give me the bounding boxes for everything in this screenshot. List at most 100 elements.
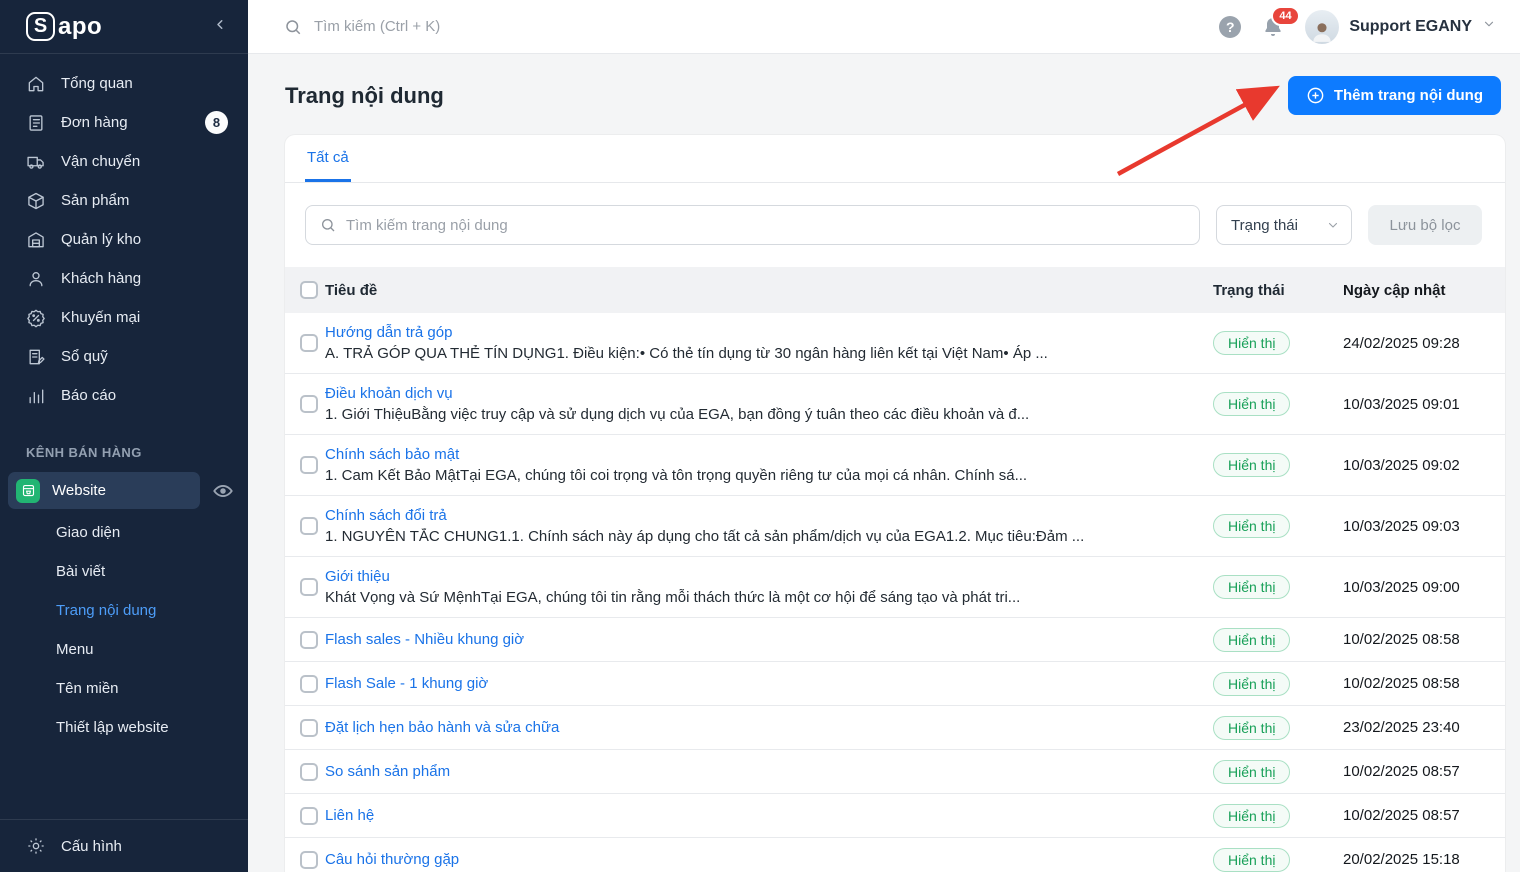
avatar <box>1305 10 1339 44</box>
row-checkbox[interactable] <box>300 517 318 535</box>
sidebar-item-discount[interactable]: Khuyến mại <box>0 298 248 337</box>
add-content-page-button[interactable]: Thêm trang nội dung <box>1288 76 1501 115</box>
sidebar-sub-item[interactable]: Thiết lập website <box>0 708 248 747</box>
column-header-status: Trạng thái <box>1213 282 1343 299</box>
search-icon <box>320 217 336 233</box>
row-title-link[interactable]: Câu hỏi thường gặp <box>325 851 459 868</box>
sidebar-nav: Tổng quan Đơn hàng 8 Vận chuyển Sản phẩm… <box>0 64 248 415</box>
select-all-checkbox[interactable] <box>300 281 318 299</box>
eye-icon[interactable] <box>212 480 234 502</box>
row-updated-date: 23/02/2025 23:40 <box>1343 719 1505 736</box>
sidebar-item-website-label: Website <box>52 482 106 499</box>
content-card: Tất cả Trạng thái Lưu bộ lọc Tiêu đề <box>285 135 1505 872</box>
sidebar-item-config[interactable]: Cấu hình <box>0 820 248 872</box>
user-menu[interactable]: Support EGANY <box>1305 10 1496 44</box>
truck-icon <box>26 152 46 172</box>
row-checkbox[interactable] <box>300 807 318 825</box>
row-checkbox[interactable] <box>300 578 318 596</box>
row-checkbox[interactable] <box>300 675 318 693</box>
row-excerpt: 1. NGUYÊN TẮC CHUNG1.1. Chính sách này á… <box>325 528 1201 545</box>
product-icon <box>26 191 46 211</box>
row-updated-date: 10/02/2025 08:58 <box>1343 631 1505 648</box>
status-badge: Hiển thị <box>1213 628 1290 652</box>
row-title-link[interactable]: Đặt lịch hẹn bảo hành và sửa chữa <box>325 719 559 736</box>
caret-down-icon <box>1327 219 1339 231</box>
sidebar-item-product[interactable]: Sản phẩm <box>0 181 248 220</box>
row-updated-date: 24/02/2025 09:28 <box>1343 335 1505 352</box>
table-body: Hướng dẫn trả góp A. TRẢ GÓP QUA THẺ TÍN… <box>285 313 1505 872</box>
tab-all[interactable]: Tất cả <box>305 149 351 182</box>
gear-icon <box>26 836 46 856</box>
sidebar-item-truck[interactable]: Vận chuyển <box>0 142 248 181</box>
sidebar-footer: Cấu hình <box>0 819 248 872</box>
sidebar-item-report[interactable]: Báo cáo <box>0 376 248 415</box>
row-title-link[interactable]: Flash sales - Nhiều khung giờ <box>325 631 524 648</box>
row-title-link[interactable]: Chính sách bảo mật <box>325 446 459 463</box>
status-badge: Hiển thị <box>1213 453 1290 477</box>
sidebar-sub-item[interactable]: Menu <box>0 630 248 669</box>
discount-icon <box>26 308 46 328</box>
row-title-link[interactable]: So sánh sản phẩm <box>325 763 450 780</box>
sales-channel-section-header: KÊNH BÁN HÀNG <box>26 445 248 460</box>
row-checkbox[interactable] <box>300 851 318 869</box>
row-title-link[interactable]: Giới thiệu <box>325 568 390 585</box>
page-title: Trang nội dung <box>285 83 444 109</box>
status-filter-label: Trạng thái <box>1231 217 1298 234</box>
row-excerpt: Khát Vọng và Sứ MệnhTại EGA, chúng tôi t… <box>325 589 1201 606</box>
notification-bell[interactable]: 44 <box>1261 15 1285 39</box>
customer-icon <box>26 269 46 289</box>
sidebar-item-cashbook[interactable]: Sổ quỹ <box>0 337 248 376</box>
sidebar-sub-item[interactable]: Giao diện <box>0 513 248 552</box>
search-icon <box>284 18 302 36</box>
chevron-down-icon <box>1482 17 1496 36</box>
sidebar-collapse-icon[interactable] <box>213 17 228 37</box>
sidebar-sub-item[interactable]: Trang nội dung <box>0 591 248 630</box>
row-title-link[interactable]: Hướng dẫn trả góp <box>325 324 452 341</box>
row-updated-date: 10/02/2025 08:58 <box>1343 675 1505 692</box>
table-row: Điều khoản dịch vụ 1. Giới ThiệuBằng việ… <box>285 374 1505 435</box>
row-checkbox[interactable] <box>300 395 318 413</box>
table-row: Giới thiệu Khát Vọng và Sứ MệnhTại EGA, … <box>285 557 1505 618</box>
row-updated-date: 10/03/2025 09:02 <box>1343 457 1505 474</box>
sidebar-item-warehouse[interactable]: Quản lý kho <box>0 220 248 259</box>
row-checkbox[interactable] <box>300 456 318 474</box>
sidebar: S apo Tổng quan Đơn hàng 8 Vận chuyển Sả… <box>0 0 248 872</box>
add-content-page-button-label: Thêm trang nội dung <box>1334 87 1483 104</box>
row-updated-date: 10/02/2025 08:57 <box>1343 807 1505 824</box>
table-search-input[interactable] <box>346 217 1185 234</box>
row-title-link[interactable]: Liên hệ <box>325 807 374 824</box>
row-title-link[interactable]: Flash Sale - 1 khung giờ <box>325 675 488 692</box>
global-search-input[interactable] <box>314 18 734 35</box>
report-icon <box>26 386 46 406</box>
row-title-link[interactable]: Điều khoản dịch vụ <box>325 385 453 402</box>
status-badge: Hiển thị <box>1213 672 1290 696</box>
sidebar-sub-item[interactable]: Tên miền <box>0 669 248 708</box>
row-checkbox[interactable] <box>300 334 318 352</box>
sidebar-item-website[interactable]: Website <box>8 472 200 509</box>
save-filter-button[interactable]: Lưu bộ lọc <box>1368 205 1482 245</box>
status-badge: Hiển thị <box>1213 514 1290 538</box>
sapo-logo[interactable]: S apo <box>26 12 102 41</box>
sidebar-subnav: Giao diệnBài viếtTrang nội dungMenuTên m… <box>0 513 248 747</box>
status-badge: Hiển thị <box>1213 575 1290 599</box>
row-checkbox[interactable] <box>300 631 318 649</box>
help-icon[interactable]: ? <box>1219 16 1241 38</box>
row-checkbox[interactable] <box>300 719 318 737</box>
table-row: Câu hỏi thường gặp Hiển thị 20/02/2025 1… <box>285 838 1505 872</box>
page-area: Trang nội dung Thêm trang nội dung Tất c… <box>248 54 1520 872</box>
row-checkbox[interactable] <box>300 763 318 781</box>
row-updated-date: 10/03/2025 09:03 <box>1343 518 1505 535</box>
sidebar-sub-item[interactable]: Bài viết <box>0 552 248 591</box>
orders-icon <box>26 113 46 133</box>
sidebar-item-orders[interactable]: Đơn hàng 8 <box>0 103 248 142</box>
notification-count-badge: 44 <box>1271 6 1299 26</box>
row-title-link[interactable]: Chính sách đổi trả <box>325 507 447 524</box>
sidebar-item-home[interactable]: Tổng quan <box>0 64 248 103</box>
sidebar-item-customer[interactable]: Khách hàng <box>0 259 248 298</box>
table-row: Hướng dẫn trả góp A. TRẢ GÓP QUA THẺ TÍN… <box>285 313 1505 374</box>
status-badge: Hiển thị <box>1213 331 1290 355</box>
global-search[interactable] <box>284 18 1219 36</box>
status-filter-dropdown[interactable]: Trạng thái <box>1216 205 1352 245</box>
table-search[interactable] <box>305 205 1200 245</box>
sapo-logo-s: S <box>26 12 55 41</box>
